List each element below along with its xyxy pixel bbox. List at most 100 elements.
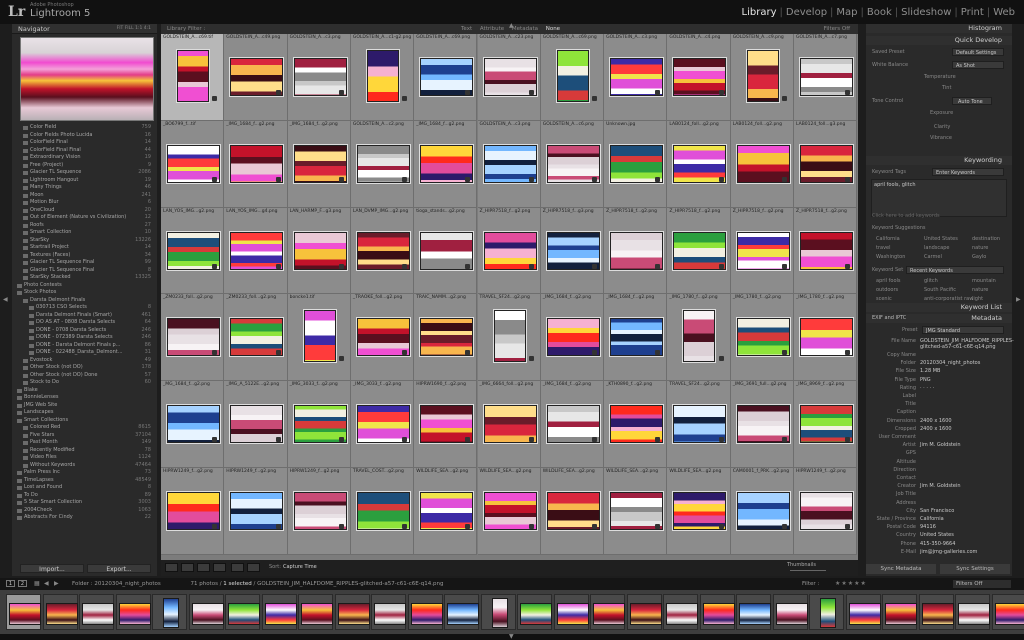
collection-row[interactable]: Video Files 1124 — [12, 454, 157, 462]
grid-cell[interactable]: LAB0124_foll...g3.png — [794, 120, 858, 208]
keyword-chip[interactable]: United States — [924, 236, 958, 242]
collection-row[interactable]: 030713 CSO Selects 8 — [12, 304, 157, 312]
filmstrip-cell[interactable] — [152, 594, 187, 630]
keyword-chip[interactable]: nature — [972, 287, 988, 293]
grid-cell[interactable]: TRAVEL_SF24...g2.png — [667, 381, 731, 468]
collection-row[interactable]: Photo Contests — [12, 282, 157, 290]
grid-cell[interactable]: GOLDSTEIN_A...c7.png — [794, 34, 858, 121]
grid-cell[interactable]: GOLDSTEIN_A...c49.png — [224, 34, 288, 121]
quick-develop-header[interactable]: Quick Develop — [866, 36, 1012, 45]
grid-cell[interactable]: GOLDSTEIN_A...c69.png — [540, 34, 605, 121]
grid-cell[interactable]: LAB0124_foll...g2.png — [667, 120, 731, 208]
collection-row[interactable]: To Do 89 — [12, 492, 157, 500]
grid-cell[interactable]: GOLDSTEIN_A...c3.png — [604, 34, 668, 121]
grid-cell[interactable]: _IMG_3691_full...g2.png — [730, 381, 794, 468]
collection-row[interactable]: Other Stock (not DO) 178 — [12, 364, 157, 372]
filmstrip-cell[interactable] — [553, 594, 589, 630]
grid-cell[interactable]: GOLDSTEIN_A...c69.tif — [161, 34, 225, 121]
filmstrip-cell[interactable] — [407, 594, 443, 630]
module-book[interactable]: Book — [864, 7, 895, 18]
collection-row[interactable]: TimeLapses 48549 — [12, 477, 157, 485]
filmstrip-thumbnail[interactable] — [9, 603, 41, 625]
keyword-chip[interactable]: landscape — [924, 245, 949, 251]
white-balance-select[interactable]: As Shot — [952, 61, 1004, 69]
module-develop[interactable]: Develop — [783, 7, 830, 18]
painter-icon[interactable] — [231, 563, 244, 572]
thumbnail-image[interactable] — [493, 310, 526, 363]
auto-tone-button[interactable]: Auto Tone — [952, 97, 992, 105]
filmstrip-cell[interactable] — [918, 594, 954, 630]
metadata-field-value[interactable]: PNG — [920, 377, 931, 383]
grid-cell[interactable]: boncke1.tif — [287, 294, 351, 382]
filter-option-none[interactable]: None — [546, 26, 560, 32]
grid-cell[interactable]: _IMG_8969_f...g2.png — [794, 381, 858, 468]
filmstrip-thumbnail[interactable] — [45, 603, 78, 625]
collection-row[interactable]: Lightroom Hangout 19 — [12, 177, 157, 185]
grid-cell[interactable]: HIPRW1690_f...g2.png — [414, 381, 478, 468]
keyword-chip[interactable]: Washington — [876, 254, 905, 260]
collection-row[interactable]: Other Stock (not DO) Done 57 — [12, 372, 157, 380]
grid-cell[interactable]: GOLDSTEIN_A...c6.png — [540, 120, 605, 208]
filmstrip-cell[interactable] — [261, 594, 297, 630]
metadata-field-value[interactable]: · · · · · — [920, 385, 934, 391]
grid-cell[interactable]: _BO6799_f...tif — [161, 120, 225, 208]
exif-iptc-select[interactable]: EXIF and IPTC — [872, 315, 906, 321]
keyword-chip[interactable]: glitch — [924, 278, 938, 284]
collection-row[interactable]: Glacier TL Sequence 2086 — [12, 169, 157, 177]
collection-row[interactable]: Five Stars 37104 — [12, 432, 157, 440]
thumbnail-image[interactable] — [177, 50, 209, 102]
metadata-field-value[interactable]: California — [920, 516, 944, 522]
page-2-button[interactable]: 2 — [18, 580, 27, 587]
collection-row[interactable]: Moon 241 — [12, 192, 157, 200]
filmstrip-cell[interactable] — [371, 594, 406, 630]
grid-cell[interactable]: HIPRW1249_f...g2.png — [287, 468, 351, 555]
sync-settings-button[interactable]: Sync Settings — [940, 564, 1010, 574]
filmstrip-cell[interactable] — [736, 594, 771, 630]
filmstrip-thumbnail[interactable] — [848, 603, 881, 625]
filmstrip-cell[interactable] — [699, 594, 735, 630]
sort-select[interactable]: Capture Time — [283, 564, 317, 570]
filmstrip-thumbnail[interactable] — [228, 603, 260, 625]
grid-view-button[interactable] — [165, 563, 178, 572]
grid-cell[interactable]: WILDLIFE_SEA...g2.png — [667, 468, 731, 555]
metadata-field-value[interactable]: 2400 x 1600 — [920, 418, 952, 424]
forward-arrow-icon[interactable]: ▶ — [54, 580, 59, 587]
saved-preset-select[interactable]: Default Settings — [952, 48, 1004, 56]
filmstrip-cell[interactable] — [115, 594, 151, 630]
page-1-button[interactable]: 1 — [6, 580, 15, 587]
collection-row[interactable]: Color Field 759 — [12, 124, 157, 132]
grid-cell[interactable]: CAM0001_f_PRK...g2.png — [730, 468, 794, 555]
metadata-field-value[interactable]: 2400 x 1600 — [920, 426, 952, 432]
survey-view-button[interactable] — [213, 563, 226, 572]
keyword-list-header[interactable]: Keyword List — [866, 303, 1012, 312]
grid-cell[interactable]: GOLDSTEIN_A...c4.png — [667, 34, 731, 121]
collection-row[interactable]: Recently Modified 78 — [12, 447, 157, 455]
collection-row[interactable]: ColorField Final Final 44 — [12, 147, 157, 155]
module-web[interactable]: Web — [990, 7, 1018, 18]
collection-row[interactable]: Smart Collections — [12, 417, 157, 425]
collection-row[interactable]: ColorField Final 14 — [12, 139, 157, 147]
collection-row[interactable]: Past Month 149 — [12, 439, 157, 447]
filmstrip-toggle-icon[interactable]: ▼ — [509, 633, 514, 640]
grid-cell[interactable]: GOLDSTEIN_A...c3.png — [477, 120, 541, 208]
filmstrip-filters-off-select[interactable]: Filters Off — [953, 580, 1011, 588]
grid-cell[interactable]: TRAVEL_COST...g2.png — [350, 468, 415, 555]
left-panel-toggle-icon[interactable]: ◀ — [3, 296, 8, 303]
grid-cell[interactable]: WILDLIFE_SEA...g2.png — [540, 468, 605, 555]
filmstrip-cell[interactable] — [517, 594, 552, 630]
collection-row[interactable]: Glacier TL Sequence Final 99 — [12, 259, 157, 267]
module-map[interactable]: Map — [833, 7, 860, 18]
filmstrip-cell[interactable] — [955, 594, 990, 630]
keyword-chip[interactable]: Carmel — [924, 254, 942, 260]
grid-cell[interactable]: Z_HIPR7518_f...g2.png — [604, 207, 668, 295]
keyword-chip[interactable]: april fools — [876, 278, 901, 284]
grid-cell[interactable]: GOLDSTEIN_A...c2.png — [350, 120, 415, 208]
keyword-chip[interactable]: travel — [876, 245, 891, 251]
metadata-field-value[interactable]: 94116 — [920, 524, 936, 530]
filmstrip-cell[interactable] — [188, 594, 224, 630]
keyword-tags-select[interactable]: Enter Keywords — [932, 168, 1004, 176]
filmstrip-thumbnail[interactable] — [163, 598, 179, 628]
grid-cell[interactable]: GOLDSTEIN_A...c9.png — [730, 34, 794, 121]
grid-cell[interactable]: _KTH0890_f...g2.png — [604, 381, 668, 468]
filmstrip-cell[interactable] — [882, 594, 917, 630]
